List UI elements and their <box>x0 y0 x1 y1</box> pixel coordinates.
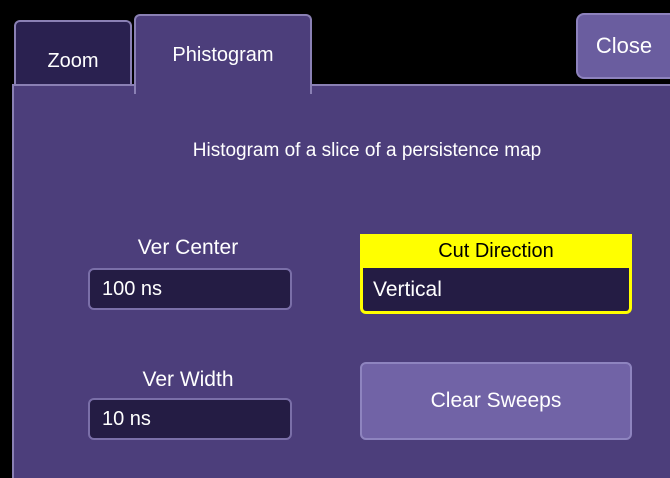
tab-phistogram-label: Phistogram <box>172 43 274 66</box>
clear-sweeps-label: Clear Sweeps <box>430 389 562 412</box>
tab-zoom-label: Zoom <box>47 49 99 72</box>
ver-center-label: Ver Center <box>137 236 239 259</box>
ver-center-value: 100 ns <box>102 277 163 300</box>
ver-width-label: Ver Width <box>142 368 234 391</box>
phistogram-panel: Histogram of a slice of a persistence ma… <box>12 84 670 478</box>
close-button[interactable]: Close <box>576 13 670 79</box>
clear-sweeps-button[interactable]: Clear Sweeps <box>360 362 632 440</box>
ver-width-value: 10 ns <box>102 407 151 430</box>
cut-direction-value: Vertical <box>373 277 442 301</box>
close-button-label: Close <box>595 33 653 58</box>
cut-direction-select[interactable]: Vertical <box>360 268 632 314</box>
panel-subtitle: Histogram of a slice of a persistence ma… <box>192 140 542 161</box>
tab-zoom[interactable]: Zoom <box>14 20 132 84</box>
cut-direction-label: Cut Direction <box>360 234 632 268</box>
ver-width-field[interactable]: 10 ns <box>88 398 292 440</box>
tab-phistogram[interactable]: Phistogram <box>134 14 312 94</box>
ver-center-field[interactable]: 100 ns <box>88 268 292 310</box>
